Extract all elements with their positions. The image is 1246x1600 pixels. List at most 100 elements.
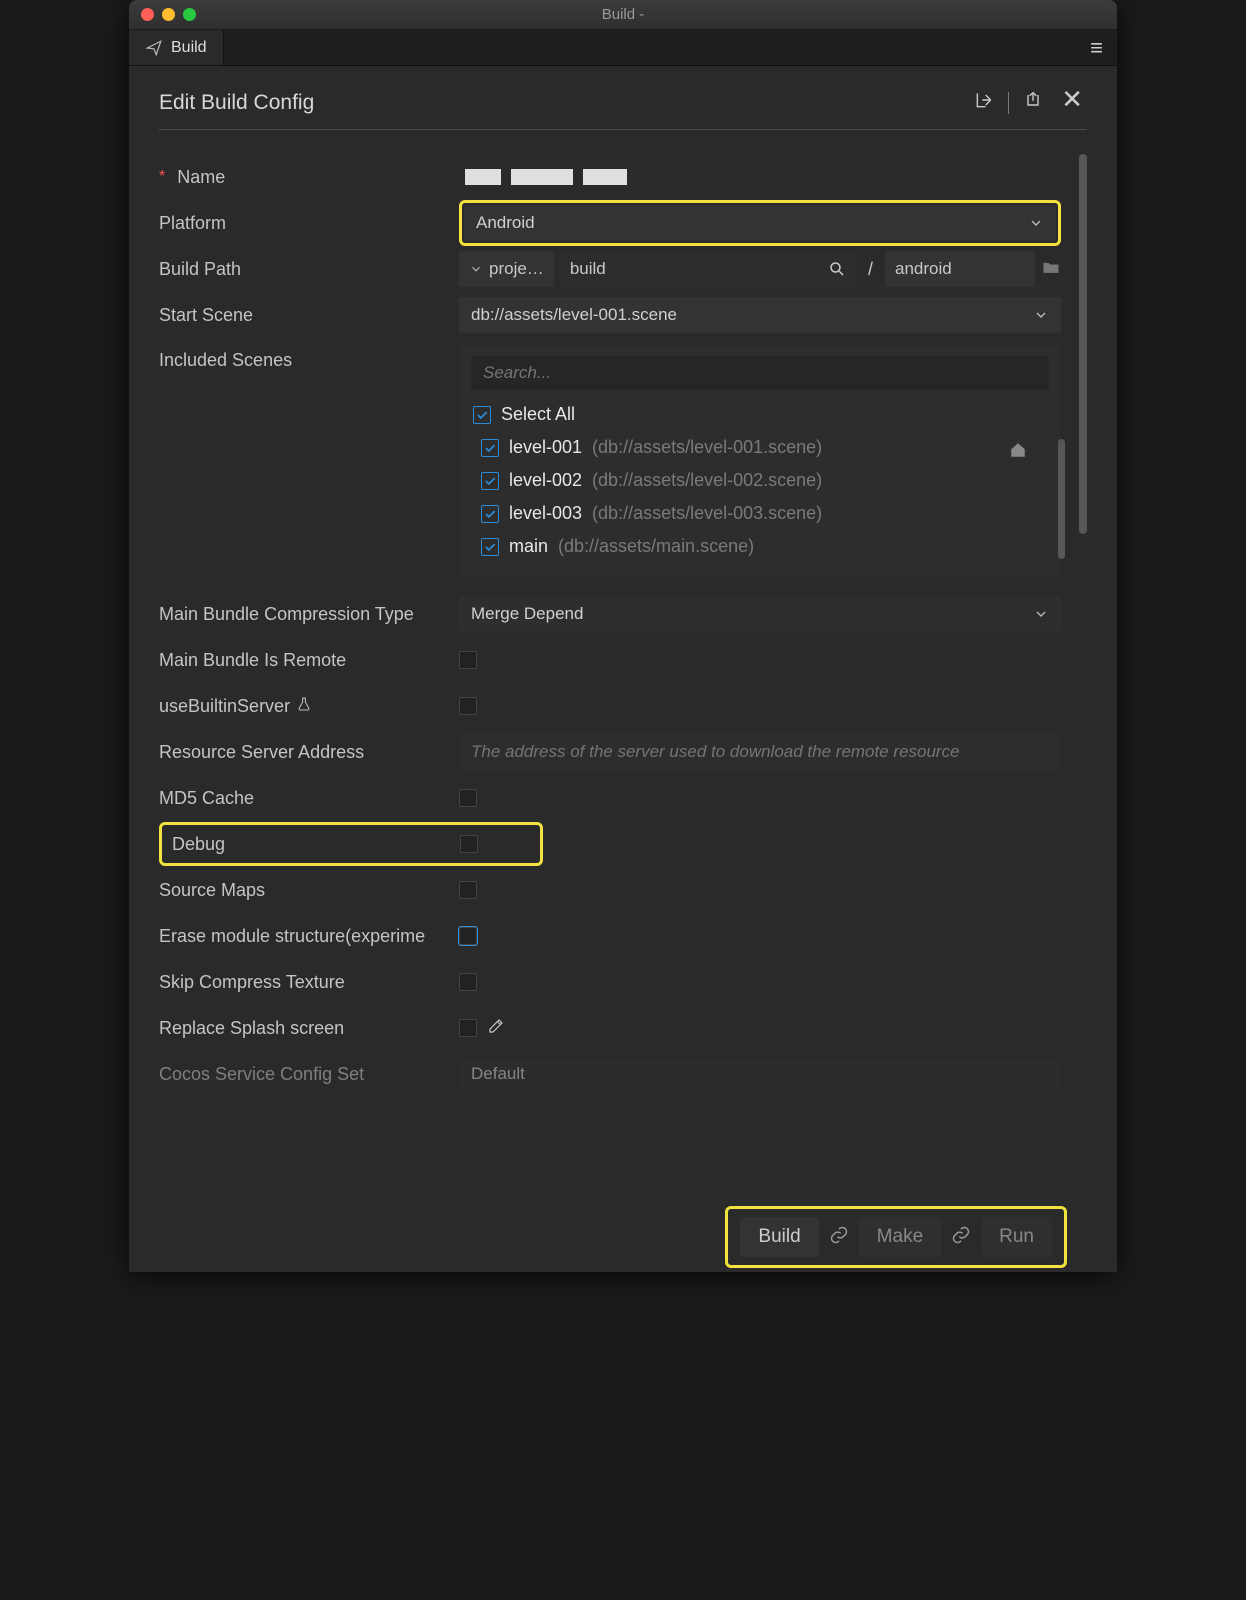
- md5-checkbox[interactable]: [459, 789, 477, 807]
- row-build-path: Build Path proje… build / android: [159, 246, 1061, 292]
- included-label: Included Scenes: [159, 346, 459, 371]
- export-icon[interactable]: [1023, 90, 1043, 115]
- scene-checkbox[interactable]: [481, 538, 499, 556]
- compress-value: Merge Depend: [471, 604, 583, 624]
- smaps-label: Source Maps: [159, 880, 459, 901]
- form-scroll-area: * Name Platform: [159, 154, 1087, 1202]
- row-platform: Platform Android: [159, 200, 1061, 246]
- path-root-dropdown[interactable]: proje…: [459, 251, 554, 287]
- smaps-checkbox[interactable]: [459, 881, 477, 899]
- browse-folder-icon[interactable]: [1041, 257, 1061, 282]
- compress-label: Main Bundle Compression Type: [159, 604, 459, 625]
- path-dir-input[interactable]: build: [560, 251, 856, 287]
- import-icon[interactable]: [974, 90, 994, 115]
- row-source-maps: Source Maps: [159, 867, 1061, 913]
- md5-label: MD5 Cache: [159, 788, 459, 809]
- cocos-label: Cocos Service Config Set: [159, 1064, 459, 1085]
- buildpath-label: Build Path: [159, 259, 459, 280]
- panel-header: Edit Build Config: [159, 90, 1087, 130]
- titlebar: Build -: [129, 0, 1117, 30]
- row-start-scene: Start Scene db://assets/level-001.scene: [159, 292, 1061, 338]
- cocos-select[interactable]: Default: [459, 1059, 1061, 1089]
- startscene-select[interactable]: db://assets/level-001.scene: [459, 297, 1061, 333]
- row-name: * Name: [159, 154, 1061, 200]
- resaddr-label: Resource Server Address: [159, 742, 459, 763]
- builtin-label: useBuiltinServer: [159, 696, 290, 717]
- startscene-label: Start Scene: [159, 305, 459, 326]
- scene-checkbox[interactable]: [481, 505, 499, 523]
- row-cocos-service: Cocos Service Config Set Default: [159, 1051, 1061, 1097]
- required-indicator: *: [159, 168, 165, 186]
- scene-checkbox[interactable]: [481, 439, 499, 457]
- run-button[interactable]: Run: [981, 1217, 1052, 1257]
- menu-button[interactable]: ≡: [1076, 30, 1117, 65]
- chevron-down-icon: [1033, 307, 1049, 323]
- link-icon[interactable]: [951, 1225, 971, 1250]
- build-window: Build - Build ≡ ✕ Edit Build Config: [129, 0, 1117, 1272]
- scrollbar[interactable]: [1079, 154, 1087, 534]
- chevron-down-icon: [1028, 215, 1044, 231]
- row-skip-compress: Skip Compress Texture: [159, 959, 1061, 1005]
- remote-checkbox[interactable]: [459, 651, 477, 669]
- row-included-scenes: Included Scenes Select All: [159, 338, 1061, 577]
- platform-label: Platform: [159, 213, 459, 234]
- row-builtin-server: useBuiltinServer: [159, 683, 1061, 729]
- chevron-down-icon: [469, 262, 483, 276]
- row-remote: Main Bundle Is Remote: [159, 637, 1061, 683]
- name-value-redacted[interactable]: [459, 159, 633, 195]
- select-all-checkbox[interactable]: [473, 406, 491, 424]
- skip-checkbox[interactable]: [459, 973, 477, 991]
- scene-checkbox[interactable]: [481, 472, 499, 490]
- select-all-row[interactable]: Select All: [471, 398, 1049, 431]
- startscene-value: db://assets/level-001.scene: [471, 305, 677, 325]
- chevron-down-icon: [1033, 606, 1049, 622]
- splash-label: Replace Splash screen: [159, 1018, 459, 1039]
- row-resaddr: Resource Server Address: [159, 729, 1061, 775]
- tab-build[interactable]: Build: [129, 30, 224, 65]
- beaker-icon: [296, 696, 312, 717]
- path-separator: /: [862, 259, 879, 280]
- platform-value: Android: [476, 213, 535, 233]
- name-label: Name: [177, 167, 225, 188]
- link-icon[interactable]: [829, 1225, 849, 1250]
- platform-select[interactable]: Android: [464, 205, 1056, 241]
- paper-plane-icon: [145, 39, 163, 57]
- scene-item[interactable]: level-003 (db://assets/level-003.scene): [471, 497, 1025, 530]
- minimize-window-button[interactable]: [162, 8, 175, 21]
- window-title: Build -: [129, 6, 1117, 23]
- row-compression: Main Bundle Compression Type Merge Depen…: [159, 591, 1061, 637]
- home-icon[interactable]: [1009, 441, 1027, 464]
- row-erase-module: Erase module structure(experime: [159, 913, 1061, 959]
- scene-item[interactable]: main (db://assets/main.scene): [471, 530, 1025, 563]
- build-panel: ✕ Edit Build Config * Name: [129, 66, 1117, 1272]
- scenes-scrollbar[interactable]: [1058, 439, 1065, 559]
- close-panel-button[interactable]: ✕: [1061, 84, 1083, 115]
- debug-label: Debug: [164, 834, 460, 855]
- scene-item[interactable]: level-002 (db://assets/level-002.scene): [471, 464, 1025, 497]
- make-button[interactable]: Make: [859, 1217, 941, 1257]
- row-debug: Debug: [159, 821, 1061, 867]
- resaddr-input[interactable]: [459, 734, 1061, 770]
- scenes-search-input[interactable]: [471, 356, 1049, 390]
- scene-item[interactable]: level-001 (db://assets/level-001.scene): [471, 431, 1025, 464]
- builtin-checkbox[interactable]: [459, 697, 477, 715]
- maximize-window-button[interactable]: [183, 8, 196, 21]
- debug-checkbox[interactable]: [460, 835, 478, 853]
- erase-label: Erase module structure(experime: [159, 926, 459, 947]
- scenes-list-box: Select All level-001 (db://assets/level-…: [459, 346, 1061, 577]
- divider: [1008, 92, 1009, 114]
- edit-splash-icon[interactable]: [487, 1017, 505, 1040]
- tab-label: Build: [171, 39, 207, 57]
- remote-label: Main Bundle Is Remote: [159, 650, 459, 671]
- panel-title: Edit Build Config: [159, 91, 314, 115]
- tab-bar: Build ≡: [129, 30, 1117, 66]
- splash-checkbox[interactable]: [459, 1019, 477, 1037]
- path-sub-input[interactable]: android: [885, 251, 1035, 287]
- window-controls: [141, 8, 196, 21]
- row-splash: Replace Splash screen: [159, 1005, 1061, 1051]
- build-button[interactable]: Build: [740, 1217, 818, 1257]
- close-window-button[interactable]: [141, 8, 154, 21]
- compress-select[interactable]: Merge Depend: [459, 596, 1061, 632]
- erase-checkbox[interactable]: [459, 927, 477, 945]
- search-icon[interactable]: [828, 260, 846, 278]
